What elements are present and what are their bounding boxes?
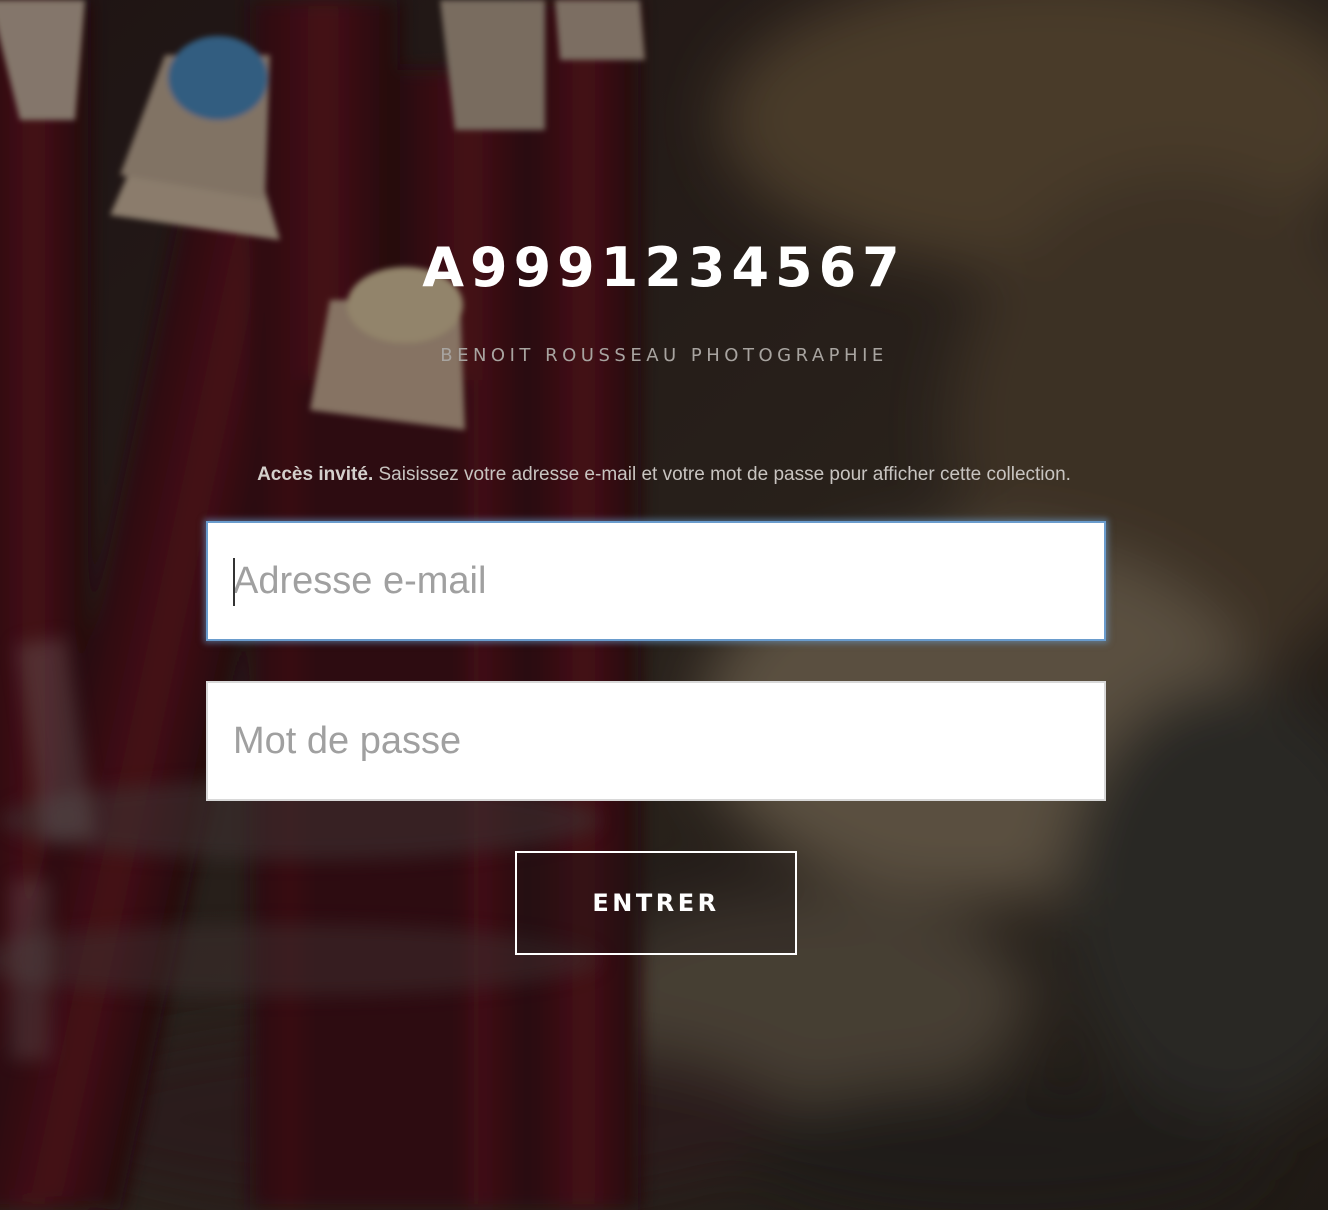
- email-field[interactable]: [206, 521, 1106, 641]
- guest-access-notice: Accès invité. Saisissez votre adresse e-…: [0, 462, 1328, 488]
- email-input[interactable]: [208, 523, 1104, 639]
- text-cursor: [233, 558, 235, 606]
- guest-access-instructions: Saisissez votre adresse e-mail et votre …: [373, 464, 1071, 485]
- password-input[interactable]: [208, 683, 1104, 799]
- collection-title: A9991234567: [422, 236, 906, 299]
- studio-name: BENOIT ROUSSEAU PHOTOGRAPHIE: [440, 345, 888, 366]
- guest-access-label: Accès invité.: [257, 464, 374, 485]
- enter-button[interactable]: ENTRER: [515, 851, 797, 955]
- login-page: A9991234567 BENOIT ROUSSEAU PHOTOGRAPHIE…: [0, 0, 1328, 1210]
- login-panel: A9991234567 BENOIT ROUSSEAU PHOTOGRAPHIE…: [0, 0, 1328, 1210]
- password-field[interactable]: [206, 681, 1106, 801]
